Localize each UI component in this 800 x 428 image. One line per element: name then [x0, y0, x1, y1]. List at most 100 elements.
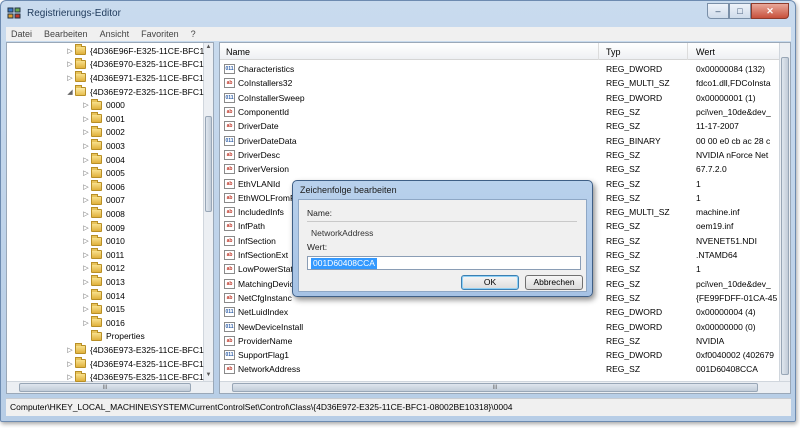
registry-value-row[interactable]: ab DriverDate REG_SZ 11-17-2007: [220, 119, 780, 133]
scroll-down-icon[interactable]: ▼: [205, 372, 212, 380]
value-input[interactable]: 001D60408CCA: [307, 256, 581, 270]
tree-item[interactable]: ▷ 0012: [81, 261, 125, 276]
menu-help[interactable]: ?: [186, 29, 203, 39]
tree-item-label: 0000: [106, 100, 125, 111]
tree-item[interactable]: ▷ 0011: [81, 248, 124, 262]
tree-vertical-scrollbar[interactable]: ▲ ▼: [203, 43, 213, 381]
tree-item[interactable]: ▷ {4D36E971-E325-11CE-BFC1: [65, 71, 204, 85]
value-name: NewDeviceInstall: [238, 321, 304, 332]
collapsed-arrow-icon[interactable]: ▷: [81, 196, 91, 204]
registry-value-row[interactable]: ab ComponentId REG_SZ pci\ven_10de&dev_: [220, 105, 780, 119]
registry-value-row[interactable]: ab ProviderName REG_SZ NVIDIA: [220, 334, 780, 348]
collapsed-arrow-icon[interactable]: ▷: [81, 210, 91, 218]
registry-value-row[interactable]: 011 NetLuidIndex REG_DWORD 0x00000004 (4): [220, 305, 780, 319]
menu-datei[interactable]: Datei: [6, 29, 39, 39]
tree-item[interactable]: ▷ {4D36E975-E325-11CE-BFC1: [65, 370, 204, 384]
folder-icon: [75, 71, 86, 83]
menu-favoriten[interactable]: Favoriten: [136, 29, 186, 39]
list-horizontal-scroll-thumb[interactable]: III: [232, 383, 758, 392]
collapsed-arrow-icon[interactable]: ▷: [81, 156, 91, 164]
tree-item-label: 0014: [106, 290, 125, 301]
collapsed-arrow-icon[interactable]: ▷: [81, 169, 91, 177]
value-data: 001D60408CCA: [696, 364, 758, 375]
column-header-value[interactable]: Wert: [696, 47, 715, 57]
tree-item[interactable]: Properties: [81, 329, 145, 344]
dialog-title[interactable]: Zeichenfolge bearbeiten: [300, 185, 397, 195]
tree-item[interactable]: ▷ 0009: [81, 221, 125, 235]
collapsed-arrow-icon[interactable]: ▷: [65, 346, 75, 354]
collapsed-arrow-icon[interactable]: ▷: [81, 292, 91, 300]
collapsed-arrow-icon[interactable]: ▷: [81, 305, 91, 313]
collapsed-arrow-icon[interactable]: ▷: [81, 142, 91, 150]
registry-value-row[interactable]: ab DriverVersion REG_SZ 67.7.2.0: [220, 162, 780, 176]
menu-bearbeiten[interactable]: Bearbeiten: [39, 29, 95, 39]
close-button[interactable]: ✕: [751, 3, 789, 19]
tree-item[interactable]: ▷ 0014: [81, 289, 125, 303]
tree-item[interactable]: ▷ 0004: [81, 153, 125, 167]
collapsed-arrow-icon[interactable]: ▷: [81, 183, 91, 191]
tree-item[interactable]: ▷ {4D36E970-E325-11CE-BFC1: [65, 57, 204, 72]
list-vertical-scrollbar[interactable]: [779, 43, 790, 381]
tree-item[interactable]: ▷ 0010: [81, 234, 125, 248]
tree-item[interactable]: ▷ 0002: [81, 125, 125, 140]
collapsed-arrow-icon[interactable]: ▷: [81, 319, 91, 327]
collapsed-arrow-icon[interactable]: ▷: [65, 60, 75, 68]
expanded-arrow-icon[interactable]: ◢: [65, 88, 75, 96]
value-type: REG_SZ: [606, 250, 641, 261]
collapsed-arrow-icon[interactable]: ▷: [81, 224, 91, 232]
tree-item[interactable]: ▷ 0005: [81, 166, 125, 180]
scroll-up-icon[interactable]: ▲: [205, 44, 212, 52]
folder-icon: [91, 193, 102, 205]
tree-item[interactable]: ◢ {4D36E972-E325-11CE-BFC1: [65, 85, 204, 99]
tree-horizontal-scroll-thumb[interactable]: III: [19, 383, 191, 392]
collapsed-arrow-icon[interactable]: ▷: [81, 251, 91, 259]
tree-item[interactable]: ▷ 0013: [81, 275, 125, 289]
collapsed-arrow-icon[interactable]: ▷: [81, 278, 91, 286]
collapsed-arrow-icon[interactable]: ▷: [81, 115, 91, 123]
column-header-name[interactable]: Name: [226, 47, 250, 57]
tree-item[interactable]: ▷ {4D36E974-E325-11CE-BFC1: [65, 357, 204, 371]
collapsed-arrow-icon[interactable]: ▷: [81, 128, 91, 136]
tree-item[interactable]: ▷ 0001: [81, 112, 125, 126]
registry-value-row[interactable]: ab NetworkAddress REG_SZ 001D60408CCA: [220, 362, 780, 376]
ok-button[interactable]: OK: [461, 275, 519, 290]
cancel-button[interactable]: Abbrechen: [525, 275, 583, 290]
collapsed-arrow-icon[interactable]: ▷: [81, 101, 91, 109]
folder-icon: [75, 343, 86, 355]
registry-value-row[interactable]: 011 NewDeviceInstall REG_DWORD 0x00000000 (…: [220, 319, 780, 333]
title-bar[interactable]: Registrierungs-Editor – □ ✕: [1, 1, 795, 26]
registry-value-row[interactable]: 011 CoInstallerSweep REG_DWORD 0x00000001 (…: [220, 91, 780, 105]
list-horizontal-scrollbar[interactable]: III: [220, 381, 790, 393]
tree-item[interactable]: ▷ 0008: [81, 207, 125, 221]
collapsed-arrow-icon[interactable]: ▷: [81, 237, 91, 245]
key-tree[interactable]: ▲ ▼ III ▷ {4D36E96F-E325-11CE-BFC1 ▷ {4D36E…: [6, 42, 214, 394]
tree-item[interactable]: ▷ 0007: [81, 193, 125, 208]
column-header-type[interactable]: Typ: [606, 47, 621, 57]
menu-ansicht[interactable]: Ansicht: [95, 29, 137, 39]
list-vertical-scroll-thumb[interactable]: [781, 57, 789, 375]
tree-item[interactable]: ▷ {4D36E96F-E325-11CE-BFC1: [65, 44, 204, 58]
tree-item[interactable]: ▷ 0016: [81, 316, 125, 330]
tree-item[interactable]: ▷ {4D36E973-E325-11CE-BFC1: [65, 343, 204, 357]
registry-value-row[interactable]: ab CoInstallers32 REG_MULTI_SZ fdco1.dll,FD…: [220, 76, 780, 90]
maximize-button[interactable]: □: [729, 3, 751, 19]
collapsed-arrow-icon[interactable]: ▷: [65, 47, 75, 55]
minimize-button[interactable]: –: [707, 3, 729, 19]
collapsed-arrow-icon[interactable]: ▷: [65, 373, 75, 381]
value-data: pci\ven_10de&dev_: [696, 278, 771, 289]
registry-value-row[interactable]: 011 Characteristics REG_DWORD 0x00000084 (1…: [220, 62, 780, 76]
registry-value-row[interactable]: 011 DriverDateData REG_BINARY 00 00 e0 cb a…: [220, 134, 780, 148]
tree-item[interactable]: ▷ 0000: [81, 98, 125, 112]
string-value-icon: ab: [224, 178, 235, 189]
tree-item[interactable]: ▷ 0015: [81, 302, 125, 316]
collapsed-arrow-icon[interactable]: ▷: [65, 74, 75, 82]
tree-item[interactable]: ▷ 0003: [81, 139, 125, 153]
registry-value-row[interactable]: ab DriverDesc REG_SZ NVIDIA nForce Net: [220, 148, 780, 162]
column-divider[interactable]: [598, 43, 599, 60]
collapsed-arrow-icon[interactable]: ▷: [81, 264, 91, 272]
column-divider[interactable]: [687, 43, 688, 60]
registry-value-row[interactable]: 011 SupportFlag1 REG_DWORD 0xf0040002 (4026…: [220, 348, 780, 362]
tree-vertical-scroll-thumb[interactable]: [205, 116, 212, 212]
collapsed-arrow-icon[interactable]: ▷: [65, 360, 75, 368]
tree-item[interactable]: ▷ 0006: [81, 180, 125, 194]
